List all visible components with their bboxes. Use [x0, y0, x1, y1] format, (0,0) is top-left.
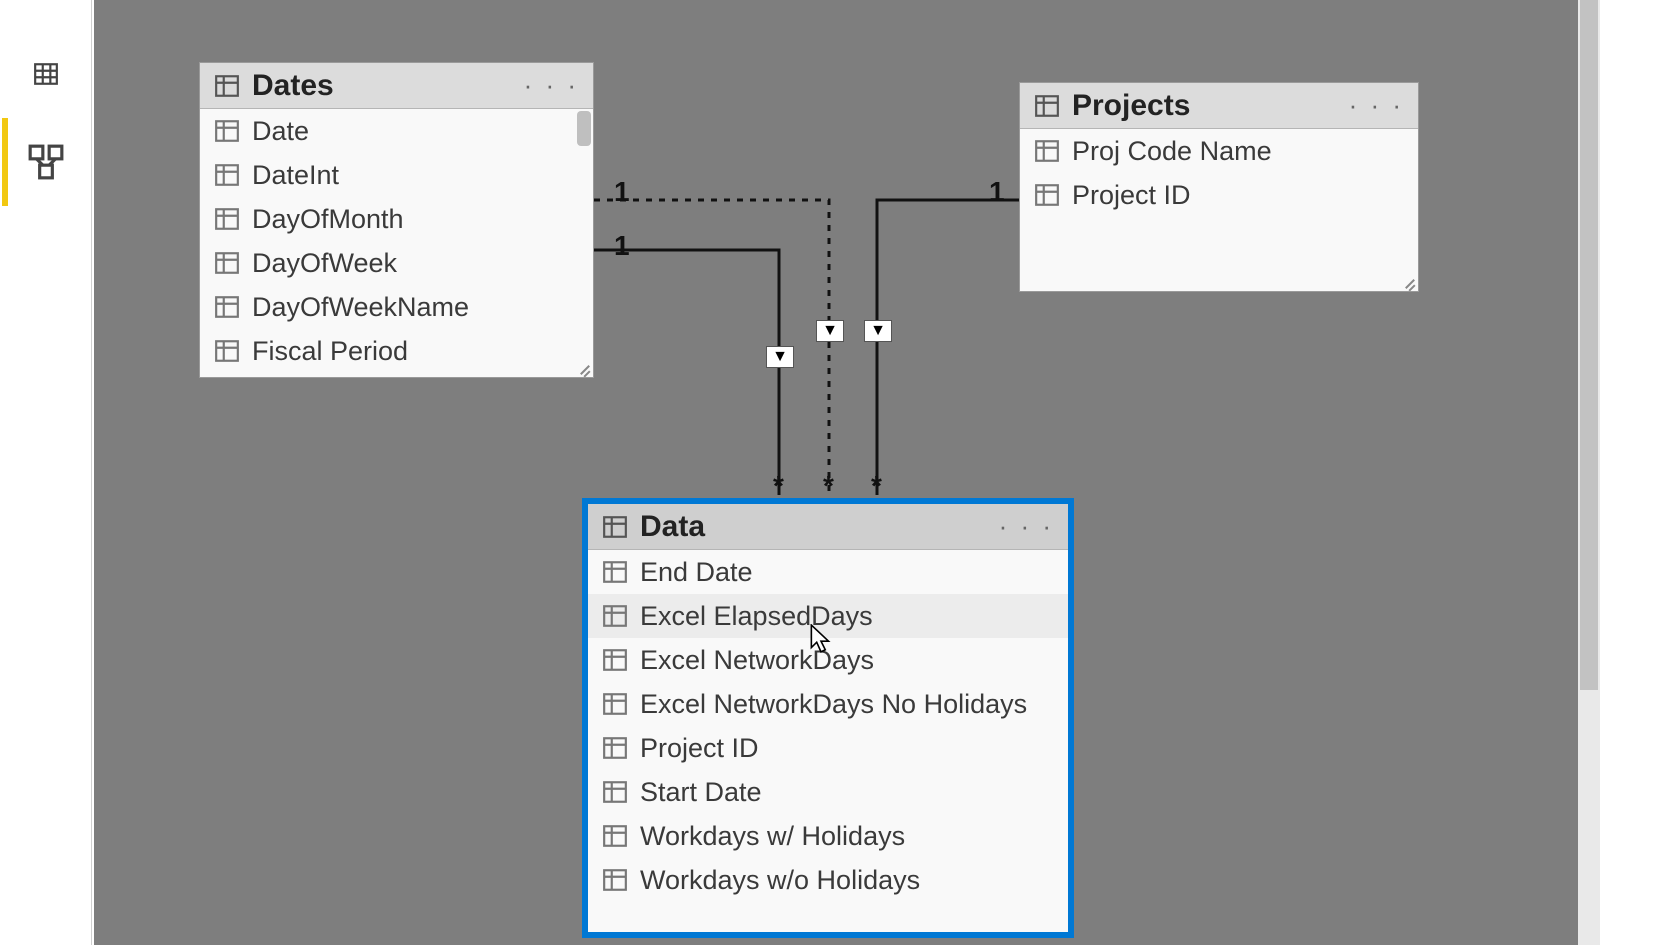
table-more-menu[interactable]: · · ·	[1349, 90, 1404, 121]
field-row[interactable]: DayOfWeekName	[200, 285, 593, 329]
field-label: DateInt	[252, 160, 339, 191]
field-row[interactable]: Excel NetworkDays No Holidays	[588, 682, 1068, 726]
model-icon	[27, 143, 65, 181]
column-icon	[602, 867, 628, 893]
field-label: Project ID	[1072, 180, 1191, 211]
field-row[interactable]: Start Date	[588, 770, 1068, 814]
card-header[interactable]: Projects · · ·	[1020, 83, 1418, 129]
column-icon	[214, 338, 240, 364]
field-list: Date DateInt DayOfMonth DayOfWeek DayOfW…	[200, 109, 593, 377]
card-header[interactable]: Data · · ·	[588, 504, 1068, 550]
scrollbar-thumb[interactable]	[577, 111, 591, 146]
cardinality-label: 1	[989, 176, 1005, 208]
column-icon	[1034, 182, 1060, 208]
field-label: Project ID	[640, 733, 759, 764]
card-header[interactable]: Dates · · ·	[200, 63, 593, 109]
field-label: Date	[252, 116, 309, 147]
field-row[interactable]: Proj Code Name	[1020, 129, 1418, 173]
column-icon	[602, 823, 628, 849]
table-icon	[33, 61, 59, 87]
field-row[interactable]: Project ID	[1020, 173, 1418, 217]
field-row[interactable]: Excel ElapsedDays	[588, 594, 1068, 638]
cardinality-label: 1	[614, 176, 630, 208]
field-label: Start Date	[640, 777, 762, 808]
column-icon	[214, 294, 240, 320]
model-canvas[interactable]: 1 1 1 * * * ▼ ▼ ▼ Dates · · · Date DateI…	[94, 0, 1584, 945]
scrollbar-thumb[interactable]	[1580, 0, 1598, 690]
column-icon	[214, 162, 240, 188]
column-icon	[602, 691, 628, 717]
rail-report-view[interactable]	[2, 0, 90, 30]
view-rail	[0, 0, 92, 945]
field-label: Excel NetworkDays No Holidays	[640, 689, 1027, 720]
column-icon	[214, 118, 240, 144]
table-icon	[602, 514, 628, 540]
field-list: Proj Code Name Project ID	[1020, 129, 1418, 289]
field-row[interactable]: DateInt	[200, 153, 593, 197]
table-more-menu[interactable]: · · ·	[999, 511, 1054, 542]
field-label: Workdays w/o Holidays	[640, 865, 920, 896]
field-row[interactable]: Excel NetworkDays	[588, 638, 1068, 682]
field-label: Fiscal Period	[252, 336, 408, 367]
right-panel-edge	[1600, 0, 1680, 945]
table-icon	[214, 73, 240, 99]
column-icon	[602, 603, 628, 629]
column-icon	[602, 735, 628, 761]
field-label: Workdays w/ Holidays	[640, 821, 905, 852]
field-label: Proj Code Name	[1072, 136, 1272, 167]
column-icon	[602, 779, 628, 805]
field-row[interactable]: DayOfWeek	[200, 241, 593, 285]
field-row[interactable]: End Date	[588, 550, 1068, 594]
column-icon	[214, 206, 240, 232]
table-more-menu[interactable]: · · ·	[524, 70, 579, 101]
field-label: End Date	[640, 557, 753, 588]
filter-direction-icon: ▼	[766, 346, 794, 368]
canvas-scrollbar[interactable]	[1578, 0, 1600, 945]
rail-data-view[interactable]	[2, 30, 90, 118]
table-card-projects[interactable]: Projects · · · Proj Code Name Project ID	[1019, 82, 1419, 292]
resize-handle[interactable]	[577, 361, 593, 377]
field-row[interactable]: Date	[200, 109, 593, 153]
filter-direction-icon: ▼	[816, 320, 844, 342]
column-icon	[602, 647, 628, 673]
filter-direction-icon: ▼	[864, 320, 892, 342]
table-icon	[1034, 93, 1060, 119]
rail-model-view[interactable]	[2, 118, 90, 206]
field-label: Excel NetworkDays	[640, 645, 874, 676]
table-title: Dates	[252, 69, 512, 103]
column-icon	[1034, 138, 1060, 164]
table-card-data[interactable]: Data · · · End Date Excel ElapsedDays Ex…	[582, 498, 1074, 938]
field-label: DayOfWeekName	[252, 292, 469, 323]
field-list: End Date Excel ElapsedDays Excel Network…	[588, 550, 1068, 930]
field-row[interactable]: Workdays w/ Holidays	[588, 814, 1068, 858]
field-row[interactable]: Fiscal Period	[200, 329, 593, 373]
table-card-dates[interactable]: Dates · · · Date DateInt DayOfMonth DayO…	[199, 62, 594, 378]
field-row[interactable]: DayOfMonth	[200, 197, 593, 241]
field-row[interactable]: Project ID	[588, 726, 1068, 770]
table-title: Data	[640, 510, 987, 544]
field-label: DayOfWeek	[252, 248, 397, 279]
table-title: Projects	[1072, 89, 1337, 123]
column-icon	[602, 559, 628, 585]
column-icon	[214, 250, 240, 276]
field-row[interactable]: Workdays w/o Holidays	[588, 858, 1068, 902]
cardinality-label: 1	[614, 230, 630, 262]
field-label: DayOfMonth	[252, 204, 404, 235]
resize-handle[interactable]	[1402, 275, 1418, 291]
field-label: Excel ElapsedDays	[640, 601, 873, 632]
